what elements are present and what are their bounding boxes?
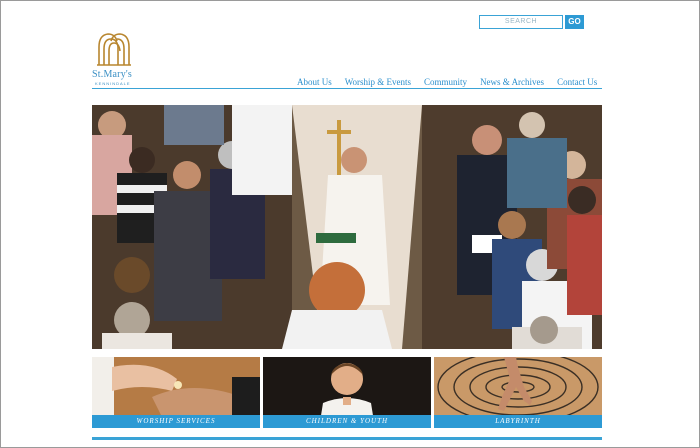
search-input[interactable]: SEARCH <box>479 15 563 29</box>
nav-worship-events[interactable]: Worship & Events <box>345 77 411 87</box>
site-subtitle: KENNINDALE <box>95 81 131 86</box>
hero-photo <box>92 105 602 349</box>
search-go-button[interactable]: GO <box>565 15 584 29</box>
tile-labyrinth[interactable]: LABYRINTH <box>434 357 602 428</box>
footer-divider <box>92 437 602 440</box>
nav-community[interactable]: Community <box>424 77 467 87</box>
tile-label[interactable]: WORSHIP SERVICES <box>92 415 260 428</box>
tile-worship-services[interactable]: WORSHIP SERVICES <box>92 357 260 428</box>
site-title[interactable]: St.Mary's <box>92 69 132 80</box>
nav-news-archives[interactable]: News & Archives <box>480 77 544 87</box>
nav-divider <box>92 88 602 89</box>
tile-children-youth[interactable]: CHILDREN & YOUTH <box>263 357 431 428</box>
tile-label[interactable]: CHILDREN & YOUTH <box>263 415 431 428</box>
church-arches-icon[interactable] <box>95 31 133 67</box>
main-nav: About Us Worship & Events Community News… <box>297 77 597 87</box>
nav-contact-us[interactable]: Contact Us <box>557 77 597 87</box>
nav-about-us[interactable]: About Us <box>297 77 332 87</box>
tile-label[interactable]: LABYRINTH <box>434 415 602 428</box>
